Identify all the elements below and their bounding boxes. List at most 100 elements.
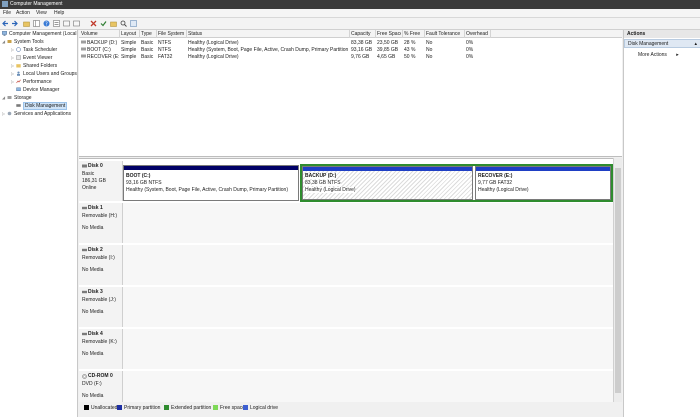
disk-icon (16, 104, 21, 107)
properties-icon[interactable] (53, 20, 60, 27)
disk-row-disk-0[interactable]: Disk 0 Basic 186,31 GB Online BOOT (C:) … (79, 161, 615, 202)
legend-swatch (84, 405, 89, 410)
expand-toggle-icon[interactable]: ▷ (11, 47, 14, 52)
refresh-icon[interactable] (63, 20, 70, 27)
partition-size: 83,38 GB NTFS (305, 180, 341, 186)
removable-disk-icon (82, 332, 87, 336)
col-status[interactable]: Status (188, 31, 348, 37)
col-percent-free[interactable]: % Free (404, 31, 423, 37)
back-arrow-icon[interactable] (2, 20, 9, 27)
app-icon (2, 1, 8, 7)
disk-label[interactable]: Disk 3 Removable (J:) No Media (79, 287, 123, 327)
forward-arrow-icon[interactable] (11, 20, 18, 27)
disk-partitions (123, 245, 615, 285)
partition-backup[interactable]: BACKUP (D:) 83,38 GB NTFS Healthy (Logic… (302, 166, 473, 200)
disk-label[interactable]: Disk 2 Removable (I:) No Media (79, 245, 123, 285)
tree-label: Services and Applications (14, 111, 71, 117)
col-type[interactable]: Type (141, 31, 155, 37)
menu-help[interactable]: Help (54, 10, 64, 16)
more-actions-label: More Actions (638, 52, 667, 58)
cell-capacity: 9,76 GB (351, 54, 370, 60)
disk-label[interactable]: CD-ROM 0 DVD (F:) No Media (79, 371, 123, 403)
disk-status: No Media (82, 351, 104, 357)
collapse-toggle-icon[interactable]: ◢ (2, 39, 5, 44)
disk-label[interactable]: Disk 0 Basic 186,31 GB Online (79, 161, 123, 201)
actions-section-disk-management[interactable]: Disk Management ▴ (624, 39, 700, 48)
event-icon (16, 55, 21, 60)
collapse-toggle-icon[interactable]: ◢ (2, 95, 5, 100)
legend-label: Unallocated (91, 405, 118, 411)
disk-label[interactable]: Disk 1 Removable (H:) No Media (79, 203, 123, 243)
disk-name: Disk 4 (88, 331, 103, 337)
disk-map: Disk 0 Basic 186,31 GB Online BOOT (C:) … (79, 158, 622, 403)
search-icon[interactable] (120, 20, 127, 27)
legend-swatch (164, 405, 169, 410)
menu-action[interactable]: Action (16, 10, 30, 16)
check-icon[interactable] (100, 20, 107, 27)
col-volume[interactable]: Volume (81, 31, 119, 37)
disk-status: No Media (82, 267, 104, 273)
removable-disk-icon (82, 290, 87, 294)
export-list-icon[interactable] (73, 20, 80, 27)
col-fault-tolerance[interactable]: Fault Tolerance (426, 31, 464, 37)
menu-file[interactable]: File (3, 10, 11, 16)
disk-row-cdrom-0[interactable]: CD-ROM 0 DVD (F:) No Media (79, 371, 615, 403)
disk-row-disk-3[interactable]: Disk 3 Removable (J:) No Media (79, 287, 615, 327)
actions-pane: Actions Disk Management ▴ More Actions ▸ (623, 30, 700, 417)
legend-item-unallocated: Unallocated (84, 405, 117, 411)
col-file-system[interactable]: File System (158, 31, 186, 37)
expand-toggle-icon[interactable]: ▷ (11, 71, 14, 76)
legend-label: Logical drive (250, 405, 279, 411)
disk-name: CD-ROM 0 (88, 373, 113, 379)
folder-icon[interactable] (110, 20, 117, 27)
menu-view[interactable]: View (36, 10, 47, 16)
disk-label[interactable]: Disk 4 Removable (K:) No Media (79, 329, 123, 369)
expand-toggle-icon[interactable]: ▷ (11, 55, 14, 60)
window-title: Computer Management (10, 1, 63, 7)
expand-toggle-icon[interactable]: ▷ (11, 79, 14, 84)
col-capacity[interactable]: Capacity (351, 31, 373, 37)
removable-disk-icon (82, 248, 87, 252)
partition-size: 93,16 GB NTFS (126, 180, 162, 186)
disk-partitions (123, 287, 615, 327)
svg-text:?: ? (45, 22, 48, 28)
partition-recover[interactable]: RECOVER (E:) 9,77 GB FAT32 Healthy (Logi… (475, 166, 611, 200)
more-actions-link[interactable]: More Actions ▸ (638, 52, 679, 58)
partition-status: Healthy (Logical Drive) (305, 187, 356, 193)
partition-boot[interactable]: BOOT (C:) 93,16 GB NTFS Healthy (System,… (123, 165, 299, 201)
vertical-scrollbar[interactable] (613, 158, 622, 402)
volume-icon (81, 40, 86, 44)
removable-disk-icon (82, 206, 87, 210)
tree-label: Disk Management (23, 102, 68, 110)
volume-icon (81, 54, 86, 58)
up-folder-icon[interactable] (23, 20, 30, 27)
legend-swatch (213, 405, 218, 410)
collapse-arrow-icon[interactable]: ▴ (694, 41, 697, 47)
disk-partitions (123, 371, 615, 403)
table-row[interactable]: BACKUP (D:) Simple Basic NTFS Healthy (L… (79, 39, 622, 46)
expand-toggle-icon[interactable]: ▷ (11, 63, 14, 68)
scroll-thumb[interactable] (615, 168, 621, 393)
table-row[interactable]: RECOVER (E:) Simple Basic FAT32 Healthy … (79, 53, 622, 60)
col-free-space[interactable]: Free Space (377, 31, 401, 37)
delete-icon[interactable] (90, 20, 97, 27)
actions-section-label: Disk Management (628, 41, 669, 47)
disk-type: Removable (I:) (82, 255, 115, 261)
col-overhead[interactable]: Overhead (466, 31, 490, 37)
help-icon[interactable]: ? (43, 20, 50, 27)
col-layout[interactable]: Layout (121, 31, 139, 37)
disk-row-disk-1[interactable]: Disk 1 Removable (H:) No Media (79, 203, 615, 243)
disk-row-disk-4[interactable]: Disk 4 Removable (K:) No Media (79, 329, 615, 369)
table-row[interactable]: BOOT (C:) Simple Basic NTFS Healthy (Sys… (79, 46, 622, 53)
disk-row-disk-2[interactable]: Disk 2 Removable (I:) No Media (79, 245, 615, 285)
disk-type: DVD (F:) (82, 381, 102, 387)
toolbar: ? (0, 18, 700, 30)
disk-size: 186,31 GB (82, 178, 106, 184)
expand-toggle-icon[interactable]: ▷ (2, 111, 5, 116)
show-hide-tree-icon[interactable] (33, 20, 40, 27)
storage-icon (7, 96, 12, 99)
services-icon (7, 111, 12, 116)
view-icon[interactable] (130, 20, 137, 27)
users-icon (17, 71, 20, 76)
partition-status: Healthy (Logical Drive) (478, 187, 529, 193)
